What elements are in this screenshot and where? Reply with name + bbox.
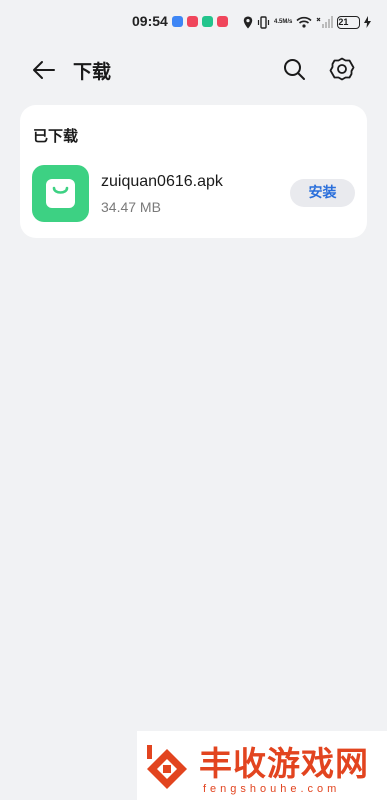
charging-icon [364, 16, 372, 28]
notification-app-icon [187, 16, 198, 27]
install-button[interactable]: 安装 [290, 179, 355, 207]
shopping-bag-icon [46, 179, 75, 208]
settings-button[interactable] [328, 55, 356, 83]
notification-download-icon [202, 16, 213, 27]
app-icon [32, 165, 89, 222]
notification-app-icon [217, 16, 228, 27]
list-item[interactable]: zuiquan0616.apk 34.47 MB 安装 [20, 163, 367, 225]
status-time: 09:54 [132, 13, 168, 29]
wifi-icon [296, 16, 312, 28]
file-name: zuiquan0616.apk [101, 173, 223, 190]
downloaded-card: 已下载 zuiquan0616.apk 34.47 MB 安装 [20, 105, 367, 238]
arrow-left-icon [33, 61, 55, 79]
vibrate-icon [257, 15, 270, 29]
network-speed: 4.5 M/s [274, 19, 293, 25]
watermark-subtext: fengshouhe.com [203, 783, 341, 795]
signal-icon [316, 16, 334, 28]
notification-app-icon [172, 16, 183, 27]
status-indicators: 4.5 M/s 21 [243, 14, 372, 30]
file-size: 34.47 MB [101, 199, 161, 215]
section-title: 已下载 [33, 127, 79, 145]
location-icon [243, 16, 253, 29]
app-header: 下载 [0, 50, 387, 90]
watermark-logo-icon [147, 745, 187, 789]
notification-icons [172, 16, 228, 27]
page-title: 下载 [73, 61, 112, 83]
gear-icon [329, 57, 355, 81]
battery-indicator: 21 [337, 15, 361, 29]
back-button[interactable] [30, 56, 58, 84]
search-button[interactable] [280, 55, 308, 83]
search-icon [284, 59, 305, 80]
status-bar: 09:54 4.5 M/s 21 [0, 0, 387, 42]
watermark-text: 丰收游戏网 [199, 744, 369, 783]
watermark: 丰收游戏网 fengshouhe.com [137, 731, 387, 800]
